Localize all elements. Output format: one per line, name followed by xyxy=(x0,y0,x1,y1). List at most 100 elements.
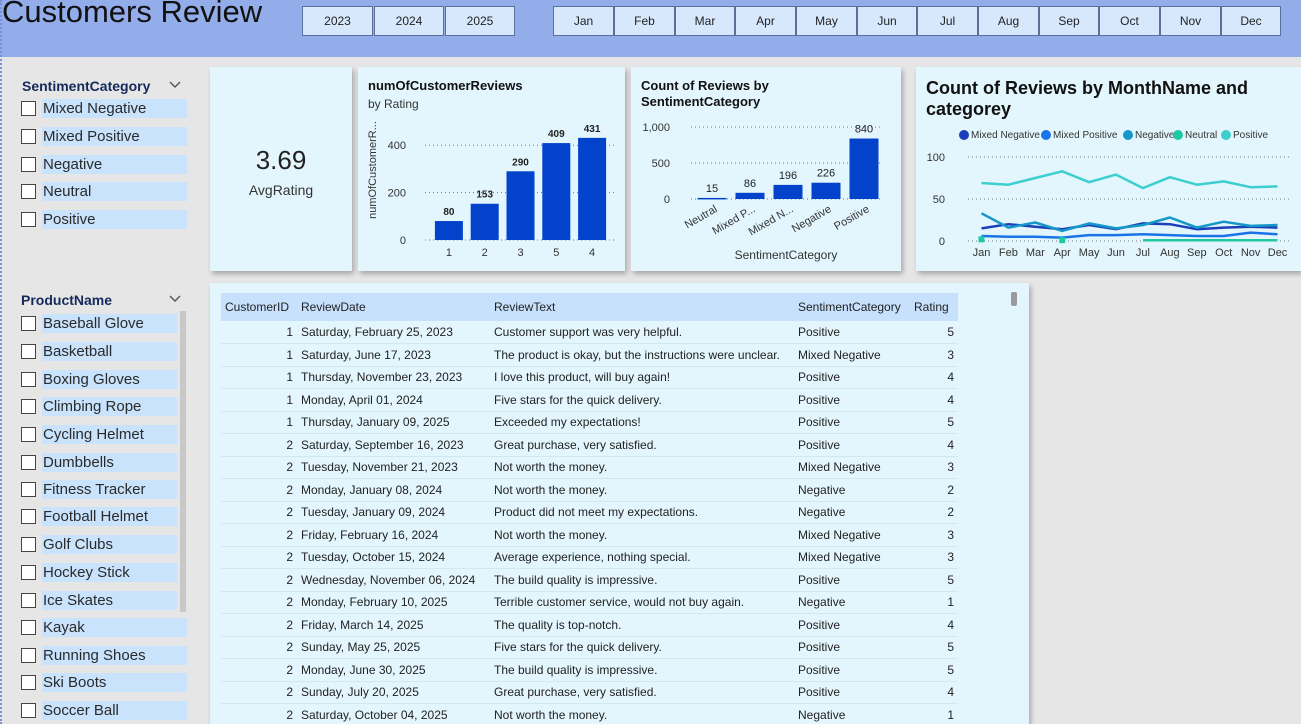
table-row[interactable]: 2 Tuesday, January 09, 2024 Product did no… xyxy=(221,501,958,524)
product-option[interactable]: Basketball xyxy=(21,342,177,361)
cell-rating: 3 xyxy=(910,546,958,569)
checkbox[interactable] xyxy=(21,703,36,718)
product-option[interactable]: Football Helmet xyxy=(21,507,177,526)
checkbox[interactable] xyxy=(21,455,36,470)
cell-rating: 2 xyxy=(910,501,958,524)
table-row[interactable]: 1 Thursday, January 09, 2025 Exceeded my e… xyxy=(221,411,958,434)
product-option[interactable]: Boxing Gloves xyxy=(21,370,177,389)
product-option[interactable]: Baseball Glove xyxy=(21,314,177,333)
column-header-reviewtext[interactable]: ReviewText xyxy=(490,293,794,321)
product-option[interactable]: Kayak xyxy=(21,618,187,637)
month-button-jan[interactable]: Jan xyxy=(553,6,614,36)
checkbox[interactable] xyxy=(21,593,36,608)
year-button-2023[interactable]: 2023 xyxy=(302,6,373,36)
table-row[interactable]: 2 Tuesday, October 15, 2024 Average experi… xyxy=(221,546,958,569)
month-button-jun[interactable]: Jun xyxy=(857,6,917,36)
cell-reviewdate: Monday, January 08, 2024 xyxy=(297,478,490,502)
table-row[interactable]: 1 Thursday, November 23, 2023 I love this … xyxy=(221,366,958,389)
month-button-may[interactable]: May xyxy=(796,6,857,36)
cell-customerid: 2 xyxy=(221,658,297,682)
product-option[interactable]: Running Shoes xyxy=(21,646,187,665)
table-row[interactable]: 2 Sunday, May 25, 2025 Five stars for the … xyxy=(221,636,958,659)
table-row[interactable]: 1 Saturday, February 25, 2023 Customer sup… xyxy=(221,321,958,344)
column-header-rating[interactable]: Rating xyxy=(910,293,958,321)
table-row[interactable]: 2 Monday, June 30, 2025 The build quality … xyxy=(221,658,958,682)
cell-rating: 2 xyxy=(910,478,958,502)
month-button-aug[interactable]: Aug xyxy=(978,6,1039,36)
table-row[interactable]: 2 Wednesday, November 06, 2024 The build q… xyxy=(221,568,958,592)
checkbox[interactable] xyxy=(21,372,36,387)
checkbox[interactable] xyxy=(21,565,36,580)
product-option[interactable]: Soccer Ball xyxy=(21,701,187,720)
checkbox[interactable] xyxy=(21,537,36,552)
cell-rating: 4 xyxy=(910,433,958,457)
reviews-table: CustomerID ReviewDate ReviewText Sentime… xyxy=(221,293,958,724)
checkbox[interactable] xyxy=(21,184,36,199)
sentiment-option-mixed-positive[interactable]: Mixed Positive xyxy=(21,127,187,146)
table-header-row: CustomerID ReviewDate ReviewText Sentime… xyxy=(221,293,958,321)
checkbox[interactable] xyxy=(21,157,36,172)
month-button-dec[interactable]: Dec xyxy=(1221,6,1281,36)
column-header-reviewdate[interactable]: ReviewDate xyxy=(297,293,490,321)
y-axis-label: numOfCustomerR... xyxy=(367,121,379,219)
product-option[interactable]: Fitness Tracker xyxy=(21,480,177,499)
table-row[interactable]: 2 Sunday, July 20, 2025 Great purchase, ve… xyxy=(221,681,958,704)
page-title: Customers Review xyxy=(2,0,263,29)
column-header-customerid[interactable]: CustomerID xyxy=(221,293,297,321)
column-header-sentimentcategory[interactable]: SentimentCategory xyxy=(794,293,910,321)
year-button-2024[interactable]: 2024 xyxy=(374,6,444,36)
product-option[interactable]: Hockey Stick xyxy=(21,563,177,582)
checkbox[interactable] xyxy=(21,675,36,690)
table-row[interactable]: 2 Saturday, October 04, 2025 Not worth the… xyxy=(221,703,958,724)
product-option[interactable]: Dumbbells xyxy=(21,453,177,472)
bar xyxy=(735,192,765,199)
month-button-nov[interactable]: Nov xyxy=(1160,6,1221,36)
sentiment-option-negative[interactable]: Negative xyxy=(21,155,187,174)
table-row[interactable]: 2 Saturday, September 16, 2023 Great purch… xyxy=(221,433,958,457)
checkbox[interactable] xyxy=(21,509,36,524)
data-label: 196 xyxy=(779,170,797,182)
product-option[interactable]: Cycling Helmet xyxy=(21,425,177,444)
checkbox[interactable] xyxy=(21,482,36,497)
product-option[interactable]: Golf Clubs xyxy=(21,535,177,554)
product-slicer-scrollbar[interactable] xyxy=(180,311,186,612)
month-button-jul[interactable]: Jul xyxy=(917,6,978,36)
product-option[interactable]: Ice Skates xyxy=(21,591,177,610)
month-button-mar[interactable]: Mar xyxy=(675,6,735,36)
data-label: 15 xyxy=(706,183,718,195)
product-option[interactable]: Ski Boots xyxy=(21,673,187,692)
product-option[interactable]: Climbing Rope xyxy=(21,397,177,416)
month-button-oct[interactable]: Oct xyxy=(1099,6,1160,36)
year-button-2025[interactable]: 2025 xyxy=(445,6,515,36)
x-tick-label: Oct xyxy=(1215,247,1232,259)
chevron-down-icon[interactable] xyxy=(169,81,181,89)
checkbox[interactable] xyxy=(21,316,36,331)
checkbox[interactable] xyxy=(21,427,36,442)
sentiment-option-neutral[interactable]: Neutral xyxy=(21,182,187,201)
checkbox[interactable] xyxy=(21,101,36,116)
table-scrollbar[interactable] xyxy=(1011,292,1017,306)
table-row[interactable]: 2 Monday, January 08, 2024 Not worth the m… xyxy=(221,478,958,502)
option-label: Running Shoes xyxy=(42,646,187,665)
checkbox[interactable] xyxy=(21,648,36,663)
checkbox[interactable] xyxy=(21,212,36,227)
sentiment-option-positive[interactable]: Positive xyxy=(21,210,187,229)
table-row[interactable]: 2 Friday, February 16, 2024 Not worth the … xyxy=(221,523,958,547)
sentiment-option-mixed-negative[interactable]: Mixed Negative xyxy=(21,99,187,118)
checkbox[interactable] xyxy=(21,129,36,144)
month-button-apr[interactable]: Apr xyxy=(735,6,796,36)
checkbox[interactable] xyxy=(21,620,36,635)
x-axis-label: SentimentCategory xyxy=(734,248,838,262)
table-row[interactable]: 2 Tuesday, November 21, 2023 Not worth the… xyxy=(221,456,958,479)
table-row[interactable]: 2 Monday, February 10, 2025 Terrible custo… xyxy=(221,591,958,614)
cell-sentiment: Positive xyxy=(794,366,910,389)
month-button-feb[interactable]: Feb xyxy=(614,6,675,36)
table-row[interactable]: 2 Friday, March 14, 2025 The quality is to… xyxy=(221,613,958,637)
checkbox[interactable] xyxy=(21,344,36,359)
checkbox[interactable] xyxy=(21,399,36,414)
chevron-down-icon[interactable] xyxy=(169,295,181,303)
x-tick-label: Sep xyxy=(1187,247,1207,259)
month-button-sep[interactable]: Sep xyxy=(1039,6,1099,36)
table-row[interactable]: 1 Monday, April 01, 2024 Five stars for th… xyxy=(221,388,958,412)
table-row[interactable]: 1 Saturday, June 17, 2023 The product is o… xyxy=(221,343,958,367)
